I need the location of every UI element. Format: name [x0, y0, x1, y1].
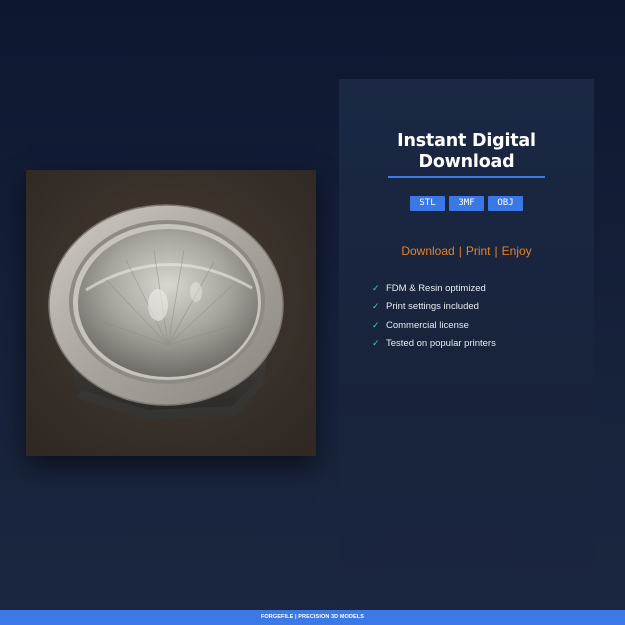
format-badge-stl: STL: [410, 196, 445, 211]
feature-item: ✓ Tested on popular printers: [372, 335, 496, 353]
feature-item: ✓ Commercial license: [372, 317, 496, 335]
tagline-enjoy: Enjoy: [501, 244, 532, 258]
check-icon: ✓: [372, 339, 380, 350]
tagline-print: Print: [465, 244, 491, 258]
footer-brand-bar: FORGEFILE | PRECISION 3D MODELS: [0, 610, 625, 625]
feature-item: ✓ FDM & Resin optimized: [372, 280, 496, 298]
check-icon: ✓: [372, 320, 380, 331]
product-info-panel: Instant Digital Download STL 3MF OBJ Dow…: [339, 79, 594, 610]
feature-text: Print settings included: [386, 301, 479, 313]
footer-text: FORGEFILE | PRECISION 3D MODELS: [260, 614, 365, 620]
title-line-1: Instant Digital: [397, 131, 536, 151]
feature-text: Commercial license: [386, 319, 469, 331]
product-photo: [26, 170, 316, 456]
tagline-download: Download: [401, 244, 455, 258]
tagline-separator: |: [458, 244, 462, 258]
page-title: Instant Digital Download: [339, 131, 594, 173]
format-badge-3mf: 3MF: [449, 196, 484, 211]
format-badge-obj: OBJ: [488, 196, 523, 211]
tagline: Download | Print | Enjoy: [339, 244, 594, 258]
feature-item: ✓ Print settings included: [372, 298, 496, 316]
title-underline: [388, 176, 545, 178]
check-icon: ✓: [372, 302, 380, 313]
feature-text: Tested on popular printers: [386, 338, 496, 350]
feature-list: ✓ FDM & Resin optimized ✓ Print settings…: [372, 280, 496, 353]
title-line-2: Download: [418, 152, 515, 172]
format-badges: STL 3MF OBJ: [339, 196, 594, 211]
bowl-model-image: [26, 170, 316, 456]
check-icon: ✓: [372, 284, 380, 295]
tagline-separator: |: [494, 244, 498, 258]
feature-text: FDM & Resin optimized: [386, 283, 486, 295]
